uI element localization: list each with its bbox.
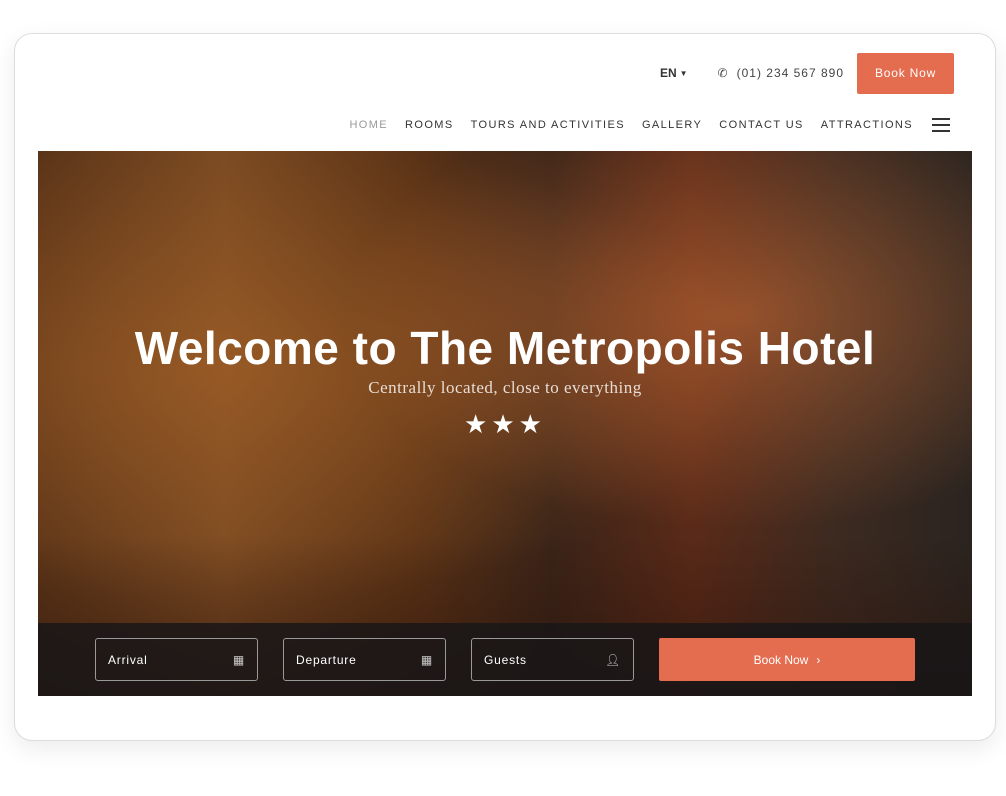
- nav-contact[interactable]: CONTACT US: [719, 119, 804, 131]
- star-rating: ★★★: [38, 409, 972, 440]
- star-icon: ★: [464, 409, 492, 439]
- star-icon: ★: [518, 409, 546, 439]
- book-now-top-button[interactable]: Book Now: [857, 52, 954, 94]
- phone-link[interactable]: ✆ (01) 234 567 890: [718, 66, 844, 80]
- arrival-input[interactable]: Arrival ▦: [95, 638, 258, 681]
- nav-tours[interactable]: TOURS AND ACTIVITIES: [471, 119, 625, 131]
- hero-banner: Welcome to The Metropolis Hotel Centrall…: [38, 151, 972, 696]
- language-selector[interactable]: EN ▼: [660, 66, 688, 80]
- top-bar: EN ▼ ✆ (01) 234 567 890 Book Now: [660, 52, 954, 94]
- book-now-button[interactable]: Book Now ›: [659, 638, 915, 681]
- calendar-icon: ▦: [232, 652, 245, 667]
- user-icon: 👤︎: [604, 652, 621, 667]
- guests-placeholder: Guests: [484, 652, 527, 667]
- nav-gallery[interactable]: GALLERY: [642, 119, 702, 131]
- phone-number: (01) 234 567 890: [736, 66, 844, 80]
- hero-subtitle: Centrally located, close to everything: [368, 378, 642, 397]
- hero-title: Welcome to The Metropolis Hotel: [134, 322, 876, 374]
- departure-placeholder: Departure: [296, 652, 357, 667]
- chevron-right-icon: ›: [816, 652, 821, 667]
- caret-down-icon: ▼: [679, 68, 688, 78]
- arrival-placeholder: Arrival: [108, 652, 148, 667]
- phone-icon: ✆: [717, 66, 729, 80]
- departure-input[interactable]: Departure ▦: [283, 638, 446, 681]
- nav-attractions[interactable]: ATTRACTIONS: [821, 119, 913, 131]
- booking-bar: Arrival ▦ Departure ▦ Guests 👤︎ Book Now ›: [38, 623, 972, 696]
- star-icon: ★: [491, 409, 519, 439]
- nav-home[interactable]: HOME: [349, 119, 388, 131]
- calendar-icon: ▦: [420, 652, 433, 667]
- guests-input[interactable]: Guests 👤︎: [471, 638, 634, 681]
- main-nav: HOME ROOMS TOURS AND ACTIVITIES GALLERY …: [349, 118, 950, 132]
- language-label: EN: [659, 66, 677, 80]
- book-now-label: Book Now: [753, 652, 809, 667]
- hamburger-menu-icon[interactable]: [932, 118, 950, 132]
- nav-rooms[interactable]: ROOMS: [405, 119, 454, 131]
